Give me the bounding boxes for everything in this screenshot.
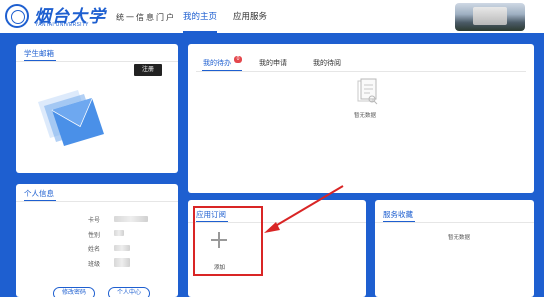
- main-nav: 我的主页 应用服务: [183, 0, 283, 33]
- field-name-value: [114, 245, 130, 251]
- portal-title: 统一信息门户: [116, 13, 176, 22]
- field-card-number-label: 卡号: [88, 218, 101, 224]
- field-class-value: [114, 258, 130, 267]
- top-header: 烟台大学 YANTAI UNIVERSITY 统一信息门户 我的主页 应用服务: [0, 0, 544, 33]
- info-card-title: 个人信息: [24, 188, 56, 201]
- envelope-icon: [38, 90, 104, 146]
- field-class-label: 班级: [88, 262, 101, 268]
- add-subscription-label[interactable]: 添加: [214, 263, 225, 271]
- field-gender-value: [114, 230, 124, 236]
- tasks-card: 我的待办 0 我的申请 我的待阅 暂无数据: [188, 44, 534, 193]
- field-gender-label: 性别: [88, 233, 101, 239]
- field-name-label: 姓名: [88, 247, 101, 253]
- plus-icon[interactable]: [211, 232, 227, 248]
- tab-my-reading[interactable]: 我的待阅: [313, 58, 341, 68]
- change-password-button[interactable]: 修改密码: [53, 287, 95, 297]
- todo-count-badge: 0: [234, 56, 242, 63]
- campus-banner-image: [455, 3, 525, 31]
- services-card-title: 服务收藏: [383, 209, 415, 222]
- services-empty-text: 暂无数据: [448, 235, 471, 241]
- nav-my-homepage[interactable]: 我的主页: [183, 0, 218, 33]
- service-favorites-card: 服务收藏 暂无数据: [375, 200, 534, 297]
- add-subscription-highlight: [193, 206, 263, 276]
- tab-my-applications[interactable]: 我的申请: [259, 58, 287, 68]
- student-mail-card: 学生邮箱 注册: [16, 44, 178, 173]
- university-emblem-icon: [5, 4, 29, 28]
- empty-document-icon: [357, 78, 378, 105]
- tab-my-todo[interactable]: 我的待办: [203, 58, 231, 68]
- personal-info-card: 个人信息 卡号 性别 姓名 班级 修改密码 个人中心: [16, 184, 178, 297]
- nav-app-services[interactable]: 应用服务: [233, 0, 267, 33]
- personal-center-button[interactable]: 个人中心: [108, 287, 150, 297]
- university-name-en: YANTAI UNIVERSITY: [35, 22, 89, 28]
- field-card-number-value: [114, 216, 148, 222]
- tasks-empty-text: 暂无数据: [354, 113, 377, 119]
- register-button[interactable]: 注册: [134, 64, 162, 76]
- mail-card-title: 学生邮箱: [24, 48, 56, 61]
